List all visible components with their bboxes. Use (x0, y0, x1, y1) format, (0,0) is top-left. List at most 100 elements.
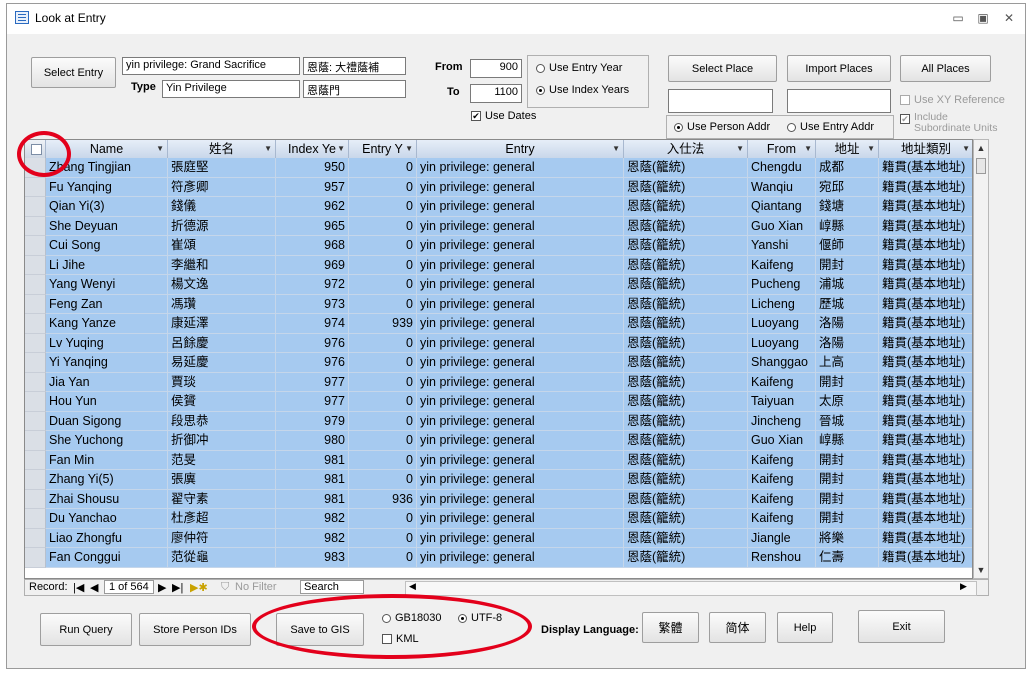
column-header[interactable]: 地址 ▼ (816, 140, 879, 158)
sort-filter-icon[interactable]: ▼ (337, 140, 345, 158)
place-field-1[interactable] (668, 89, 773, 113)
table-cell[interactable]: 籍貫(基本地址) (879, 236, 972, 256)
table-cell[interactable]: 仁壽 (816, 548, 879, 568)
row-selector[interactable] (25, 353, 46, 373)
table-cell[interactable]: She Deyuan (46, 216, 168, 236)
row-selector[interactable] (25, 470, 46, 490)
table-cell[interactable]: 950 (276, 158, 349, 178)
column-header[interactable]: 地址類別 ▼ (879, 140, 972, 158)
table-cell[interactable]: 偃師 (816, 236, 879, 256)
minimize-icon[interactable]: ▭ (948, 10, 968, 26)
table-cell[interactable]: Kaifeng (748, 450, 816, 470)
help-button[interactable]: Help (777, 612, 833, 643)
table-cell[interactable]: 0 (349, 548, 417, 568)
table-cell[interactable]: 0 (349, 275, 417, 295)
table-cell[interactable]: 恩蔭(籠統) (624, 470, 748, 490)
from-year-field[interactable]: 900 (470, 59, 522, 78)
table-cell[interactable]: 范從龜 (168, 548, 276, 568)
table-cell[interactable]: 976 (276, 353, 349, 373)
table-cell[interactable]: Yang Wenyi (46, 275, 168, 295)
table-cell[interactable]: 張庭堅 (168, 158, 276, 178)
table-cell[interactable]: 恩蔭(籠統) (624, 528, 748, 548)
table-cell[interactable]: yin privilege: general (417, 489, 624, 509)
table-cell[interactable]: 段思恭 (168, 411, 276, 431)
table-cell[interactable]: Fan Conggui (46, 548, 168, 568)
table-cell[interactable]: 籍貫(基本地址) (879, 177, 972, 197)
column-header[interactable]: 入仕法 ▼ (624, 140, 748, 158)
import-places-button[interactable]: Import Places (787, 55, 891, 82)
table-cell[interactable]: 936 (349, 489, 417, 509)
table-cell[interactable]: yin privilege: general (417, 255, 624, 275)
entry-field[interactable]: yin privilege: Grand Sacrifice (122, 57, 300, 75)
row-selector[interactable] (25, 509, 46, 529)
table-cell[interactable]: Guo Xian (748, 216, 816, 236)
row-selector[interactable] (25, 236, 46, 256)
use-index-years-radio[interactable]: Use Index Years (536, 84, 629, 96)
table-cell[interactable]: Shanggao (748, 353, 816, 373)
use-entry-year-radio[interactable]: Use Entry Year (536, 62, 622, 74)
table-cell[interactable]: 籍貫(基本地址) (879, 431, 972, 451)
sort-filter-icon[interactable]: ▼ (264, 140, 272, 158)
table-cell[interactable]: yin privilege: general (417, 470, 624, 490)
table-cell[interactable]: 恩蔭(籠統) (624, 197, 748, 217)
table-cell[interactable]: 0 (349, 353, 417, 373)
table-cell[interactable]: Kang Yanze (46, 314, 168, 334)
table-cell[interactable]: yin privilege: general (417, 450, 624, 470)
table-row[interactable]: Liao Zhongfu 廖仲符 982 0 yin privilege: genera… (25, 528, 972, 548)
table-cell[interactable]: Kaifeng (748, 509, 816, 529)
table-cell[interactable]: yin privilege: general (417, 197, 624, 217)
scroll-right-icon[interactable]: ▶ (960, 581, 967, 592)
table-cell[interactable]: 972 (276, 275, 349, 295)
table-cell[interactable]: Pucheng (748, 275, 816, 295)
column-header[interactable]: Entry Y ▼ (349, 140, 417, 158)
record-position-field[interactable]: 1 of 564 (104, 580, 154, 594)
sort-filter-icon[interactable]: ▼ (156, 140, 164, 158)
table-cell[interactable]: 恩蔭(籠統) (624, 294, 748, 314)
table-cell[interactable]: 969 (276, 255, 349, 275)
table-cell[interactable]: 恩蔭(籠統) (624, 314, 748, 334)
table-cell[interactable]: yin privilege: general (417, 314, 624, 334)
column-header[interactable]: From ▼ (748, 140, 816, 158)
table-cell[interactable]: 開封 (816, 470, 879, 490)
select-entry-button[interactable]: Select Entry (31, 57, 116, 88)
table-cell[interactable]: 翟守素 (168, 489, 276, 509)
table-cell[interactable]: 侯贇 (168, 392, 276, 412)
table-cell[interactable]: 983 (276, 548, 349, 568)
row-selector[interactable] (25, 275, 46, 295)
table-cell[interactable]: 恩蔭(籠統) (624, 431, 748, 451)
table-cell[interactable]: 977 (276, 392, 349, 412)
table-cell[interactable]: 0 (349, 372, 417, 392)
table-cell[interactable]: 籍貫(基本地址) (879, 450, 972, 470)
table-cell[interactable]: 符彥卿 (168, 177, 276, 197)
table-row[interactable]: She Deyuan 折德源 965 0 yin privilege: general 恩… (25, 216, 972, 236)
use-dates-checkbox[interactable]: ✔ Use Dates (471, 110, 536, 122)
table-cell[interactable]: 恩蔭(籠統) (624, 548, 748, 568)
table-cell[interactable]: 李繼和 (168, 255, 276, 275)
table-cell[interactable]: yin privilege: general (417, 431, 624, 451)
table-cell[interactable]: yin privilege: general (417, 236, 624, 256)
table-cell[interactable]: 恩蔭(籠統) (624, 509, 748, 529)
row-selector[interactable] (25, 216, 46, 236)
table-cell[interactable]: Fu Yanqing (46, 177, 168, 197)
table-cell[interactable]: 呂餘慶 (168, 333, 276, 353)
vertical-scrollbar[interactable]: ▲ ▼ (973, 139, 989, 579)
table-cell[interactable]: 974 (276, 314, 349, 334)
table-cell[interactable]: 籍貫(基本地址) (879, 333, 972, 353)
table-cell[interactable]: yin privilege: general (417, 372, 624, 392)
table-cell[interactable]: 籍貫(基本地址) (879, 411, 972, 431)
type-field[interactable]: Yin Privilege (162, 80, 300, 98)
table-cell[interactable]: 籍貫(基本地址) (879, 197, 972, 217)
table-cell[interactable]: Cui Song (46, 236, 168, 256)
use-entry-addr-radio[interactable]: Use Entry Addr (787, 121, 874, 133)
table-cell[interactable]: yin privilege: general (417, 353, 624, 373)
table-cell[interactable]: 開封 (816, 509, 879, 529)
table-cell[interactable]: 廖仲符 (168, 528, 276, 548)
table-cell[interactable]: 賈琰 (168, 372, 276, 392)
table-cell[interactable]: 范旻 (168, 450, 276, 470)
column-header[interactable]: 姓名 ▼ (168, 140, 276, 158)
table-cell[interactable]: 恩蔭(籠統) (624, 177, 748, 197)
table-cell[interactable]: 0 (349, 236, 417, 256)
table-cell[interactable]: 成都 (816, 158, 879, 178)
table-cell[interactable]: Jia Yan (46, 372, 168, 392)
table-cell[interactable]: 恩蔭(籠統) (624, 158, 748, 178)
